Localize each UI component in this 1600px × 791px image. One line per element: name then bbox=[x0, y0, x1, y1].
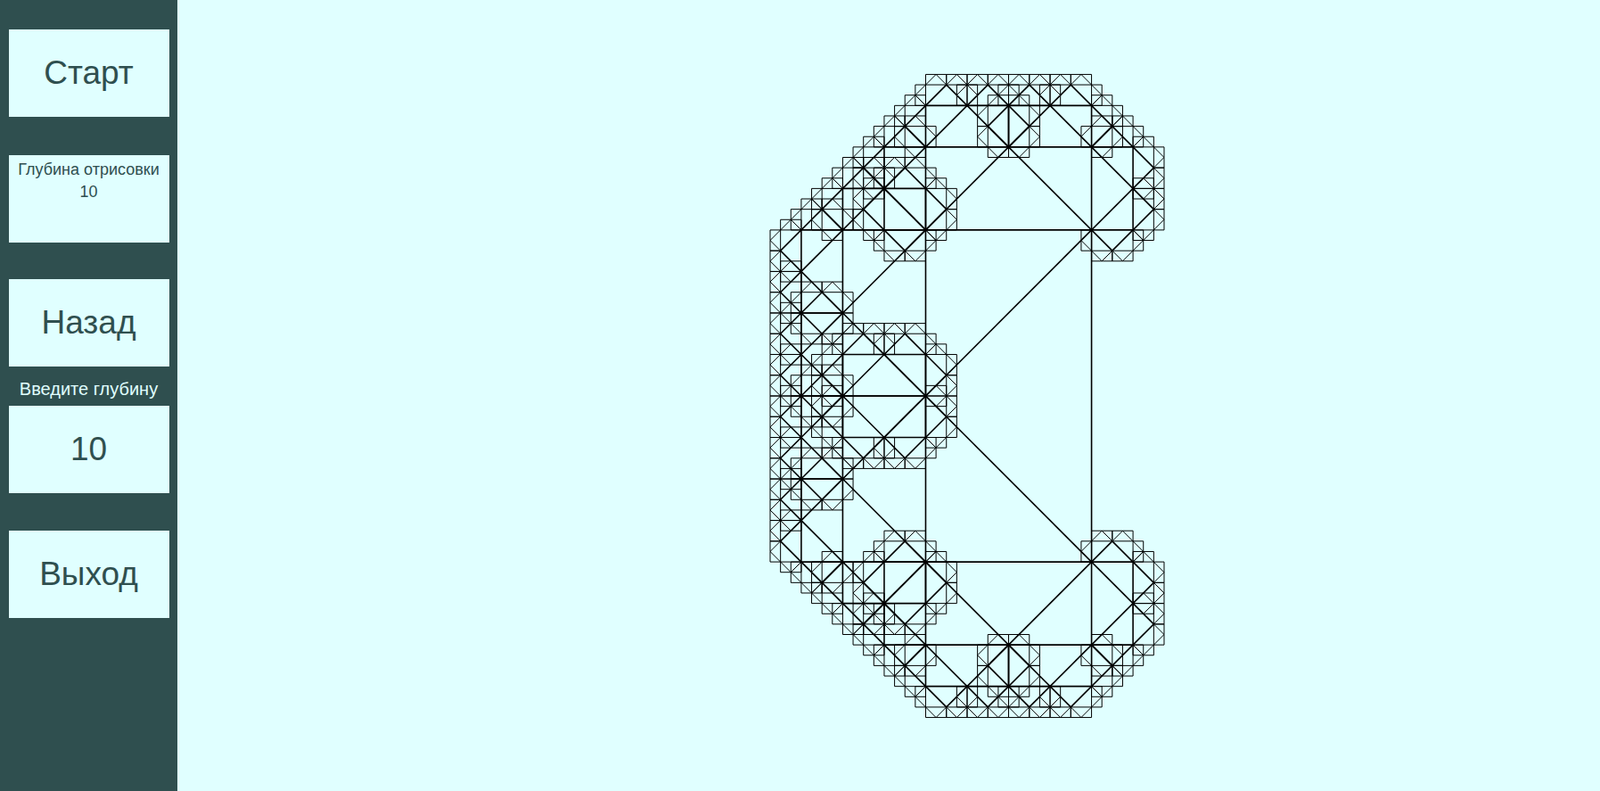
depth-info-label: Глубина отрисовки bbox=[17, 158, 159, 181]
sidebar: Старт Глубина отрисовки10 Назад Введите глу… bbox=[0, 0, 178, 791]
depth-info: Глубина отрисовки10 bbox=[8, 155, 170, 243]
exit-button[interactable]: Выход bbox=[8, 530, 170, 618]
start-button[interactable]: Старт bbox=[8, 29, 170, 117]
fractal-drawing bbox=[750, 67, 1184, 724]
canvas bbox=[177, 0, 1600, 791]
depth-info-value: 10 bbox=[79, 180, 98, 204]
app: Старт Глубина отрисовки10 Назад Введите глу… bbox=[0, 0, 1600, 791]
back-button[interactable]: Назад bbox=[8, 278, 170, 367]
depth-input[interactable] bbox=[8, 405, 170, 493]
depth-input-label: Введите глубину bbox=[19, 375, 158, 403]
